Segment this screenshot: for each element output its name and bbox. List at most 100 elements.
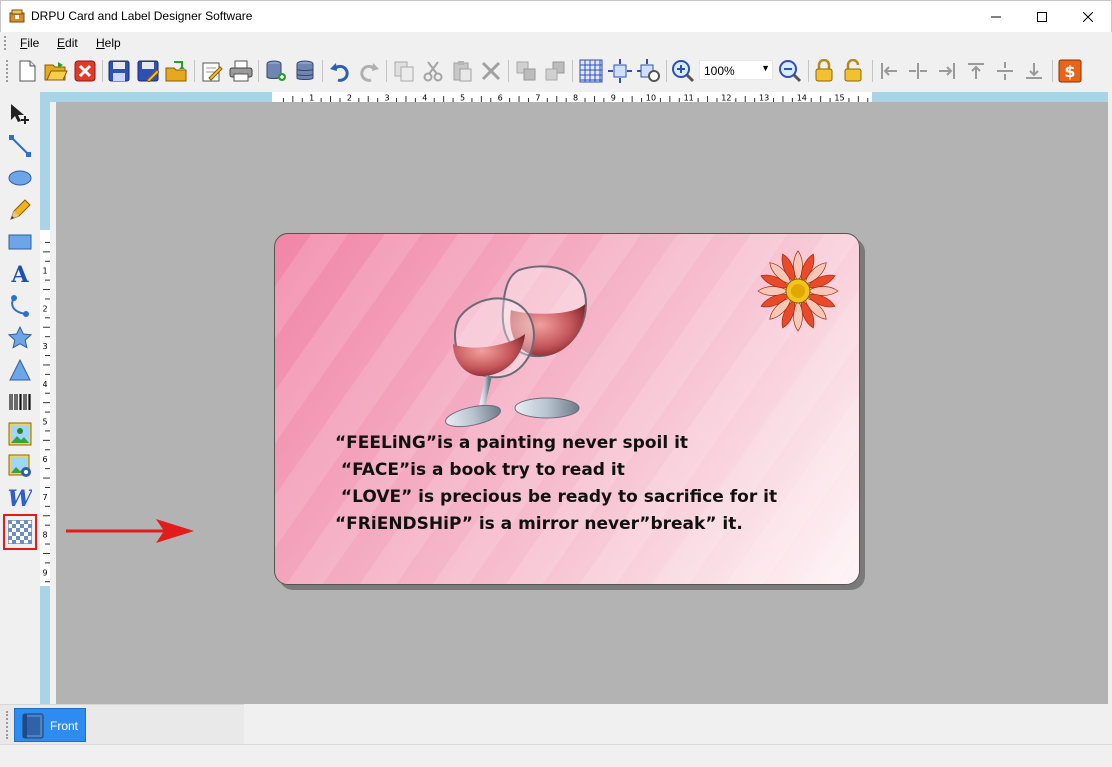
- fit-icon[interactable]: [636, 58, 662, 84]
- annotation-arrow: [66, 519, 194, 543]
- triangle-icon[interactable]: [6, 356, 34, 384]
- menu-bar: File Edit Help: [0, 32, 1112, 54]
- send-back-icon[interactable]: [542, 58, 568, 84]
- minimize-button[interactable]: [973, 1, 1019, 32]
- lock-icon[interactable]: [811, 58, 837, 84]
- ruler-h-label: 7: [535, 94, 540, 103]
- library-icon[interactable]: [6, 452, 34, 480]
- wine-glasses-image[interactable]: [443, 260, 611, 432]
- pointer-icon[interactable]: [6, 100, 34, 128]
- ruler-h-label: 3: [385, 94, 390, 103]
- database-add-icon[interactable]: [263, 58, 289, 84]
- zoom-out-icon[interactable]: [777, 58, 803, 84]
- properties-icon[interactable]: [199, 58, 225, 84]
- ruler-v-label: 5: [42, 418, 47, 427]
- star-icon[interactable]: [6, 324, 34, 352]
- ruler-h-label: 4: [422, 94, 427, 103]
- database-icon[interactable]: [292, 58, 318, 84]
- ruler-v-label: 9: [42, 568, 47, 577]
- barcode-icon[interactable]: [6, 388, 34, 416]
- align-center-icon[interactable]: [905, 58, 931, 84]
- vertical-ruler-scale: 1 2 3 4 5 6 7 8 9: [42, 241, 50, 583]
- toolbar-grip: [6, 60, 9, 82]
- flower-image[interactable]: [755, 248, 841, 334]
- line-icon[interactable]: [6, 132, 34, 160]
- ruler-h-label: 5: [460, 94, 465, 103]
- window-title: DRPU Card and Label Designer Software: [31, 9, 253, 23]
- ruler-v-label: 6: [42, 455, 47, 464]
- new-file-icon[interactable]: [14, 58, 40, 84]
- bring-front-icon[interactable]: [513, 58, 539, 84]
- price-icon[interactable]: $: [1057, 58, 1083, 84]
- chevron-down-icon[interactable]: ▼: [761, 63, 770, 73]
- zoom-in-icon[interactable]: [670, 58, 696, 84]
- align-middle-icon[interactable]: [992, 58, 1018, 84]
- export-icon[interactable]: [164, 58, 190, 84]
- save-as-icon[interactable]: [135, 58, 161, 84]
- close-window-button[interactable]: [1065, 1, 1111, 32]
- menu-help[interactable]: Help: [96, 36, 121, 50]
- vertical-ruler[interactable]: 1 2 3 4 5 6 7 8 9: [40, 102, 50, 704]
- copy-icon[interactable]: [391, 58, 417, 84]
- quote-line-2[interactable]: “FACE”is a book try to read it: [335, 460, 625, 480]
- ruler-v-label: 4: [42, 380, 47, 389]
- save-icon[interactable]: [106, 58, 132, 84]
- ruler-h-label: 13: [759, 94, 769, 103]
- card-design[interactable]: “FEELiNG”is a painting never spoil it “F…: [274, 233, 860, 585]
- ruler-h-label: 10: [646, 94, 656, 103]
- svg-text:$: $: [1064, 62, 1075, 81]
- ellipse-icon[interactable]: [6, 164, 34, 192]
- center-icon[interactable]: [607, 58, 633, 84]
- unlock-icon[interactable]: [840, 58, 866, 84]
- ruler-h-label: 8: [573, 94, 578, 103]
- horizontal-ruler[interactable]: 1 2 3 4 5 6 7 8 9 10 11 12 13 14 15: [56, 92, 1108, 102]
- tool-palette: A W: [0, 96, 38, 704]
- quote-line-4[interactable]: “FRiENDSHiP” is a mirror never”break” it…: [335, 514, 743, 534]
- text-icon[interactable]: A: [6, 260, 34, 288]
- align-right-icon[interactable]: [934, 58, 960, 84]
- app-icon: [9, 9, 25, 23]
- ruler-v-label: 1: [42, 267, 47, 276]
- ruler-h-label: 1: [309, 94, 314, 103]
- grid-icon[interactable]: [578, 58, 604, 84]
- quote-line-1[interactable]: “FEELiNG”is a painting never spoil it: [335, 433, 688, 453]
- ruler-v-label: 8: [42, 531, 47, 540]
- print-icon[interactable]: [228, 58, 254, 84]
- svg-text:A: A: [10, 262, 29, 286]
- main-toolbar: $: [0, 54, 1112, 88]
- title-bar: DRPU Card and Label Designer Software: [0, 0, 1112, 32]
- tab-front[interactable]: Front: [14, 708, 86, 742]
- delete-icon[interactable]: [478, 58, 504, 84]
- zoom-combobox[interactable]: 100% ▼: [699, 60, 773, 80]
- align-top-icon[interactable]: [963, 58, 989, 84]
- close-red-icon[interactable]: [72, 58, 98, 84]
- redo-icon[interactable]: [356, 58, 382, 84]
- ruler-v-label: 2: [42, 304, 47, 313]
- ruler-h-label: 15: [834, 94, 844, 103]
- pencil-icon[interactable]: [6, 196, 34, 224]
- tab-front-label: Front: [50, 719, 79, 733]
- paste-icon[interactable]: [449, 58, 475, 84]
- arc-icon[interactable]: [6, 292, 34, 320]
- maximize-button[interactable]: [1019, 1, 1065, 32]
- wordart-icon[interactable]: W: [6, 484, 34, 512]
- menu-grip: [4, 36, 7, 50]
- quote-line-3[interactable]: “LOVE” is precious be ready to sacrifice…: [335, 487, 777, 507]
- align-bottom-icon[interactable]: [1021, 58, 1047, 84]
- rectangle-icon[interactable]: [6, 228, 34, 256]
- ruler-h-label: 12: [721, 94, 731, 103]
- ruler-h-label: 2: [347, 94, 352, 103]
- ruler-v-label: 3: [42, 342, 47, 351]
- align-left-icon[interactable]: [876, 58, 902, 84]
- card-page-icon: [22, 713, 44, 739]
- undo-icon[interactable]: [327, 58, 353, 84]
- picture-icon[interactable]: [6, 420, 34, 448]
- menu-file[interactable]: File: [20, 36, 39, 50]
- zoom-value: 100%: [704, 64, 735, 78]
- cut-icon[interactable]: [420, 58, 446, 84]
- ruler-h-label: 6: [498, 94, 503, 103]
- ruler-h-label: 11: [684, 94, 694, 103]
- menu-edit[interactable]: Edit: [57, 36, 78, 50]
- watermark-icon[interactable]: [3, 514, 37, 550]
- open-folder-icon[interactable]: [43, 58, 69, 84]
